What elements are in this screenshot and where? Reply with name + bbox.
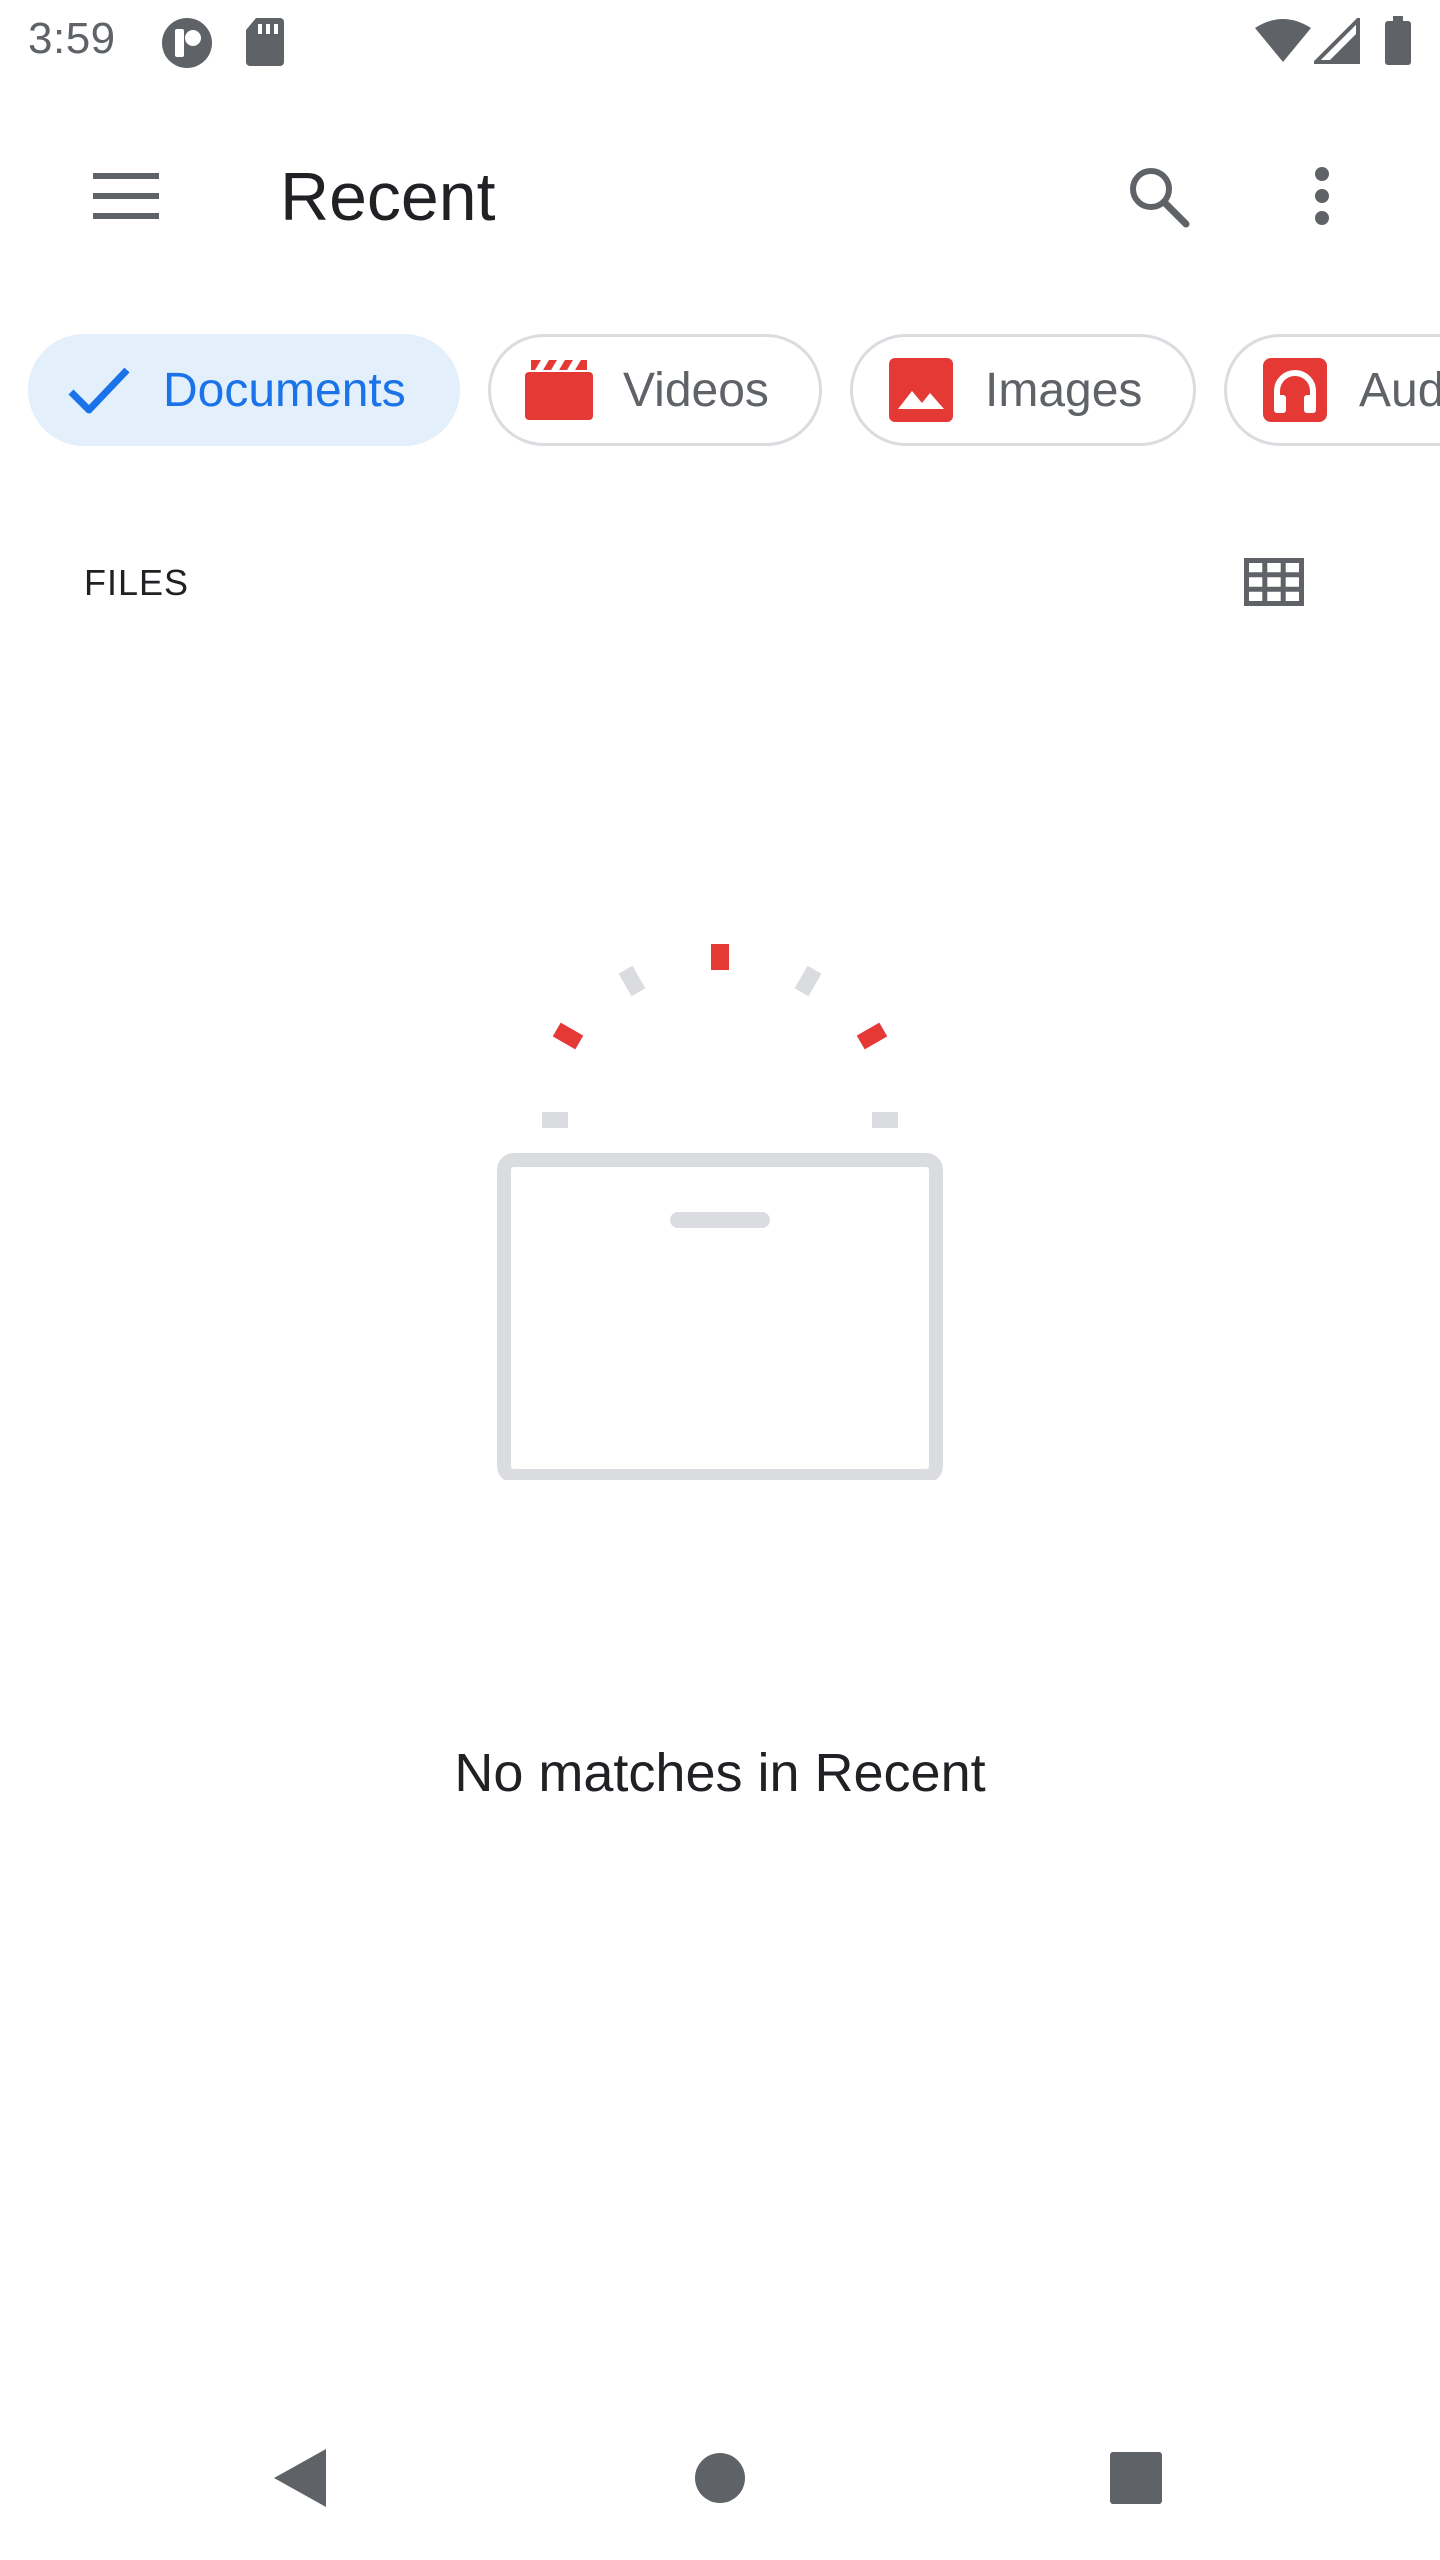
- recents-icon: [1109, 2451, 1163, 2510]
- back-button[interactable]: [260, 2440, 340, 2520]
- home-icon: [694, 2452, 746, 2509]
- video-icon: [523, 354, 595, 426]
- filter-chip-row: Documents Videos Images Aud: [0, 334, 1440, 450]
- more-vert-icon: [1314, 166, 1330, 231]
- chip-audio[interactable]: Audio: [1224, 334, 1440, 446]
- navigation-bar: [0, 2400, 1440, 2560]
- audio-icon: [1259, 354, 1331, 426]
- chip-images[interactable]: Images: [850, 334, 1196, 446]
- menu-button[interactable]: [86, 158, 166, 238]
- empty-state-message: No matches in Recent: [454, 1743, 986, 1803]
- back-icon: [272, 2447, 328, 2514]
- chip-label: Documents: [163, 363, 406, 417]
- chip-documents[interactable]: Documents: [28, 334, 460, 446]
- menu-icon: [93, 172, 159, 224]
- sd-card-icon: [244, 16, 286, 68]
- section-label-files: FILES: [84, 562, 190, 603]
- wifi-icon: [1254, 18, 1312, 64]
- chip-label: Images: [985, 363, 1143, 417]
- image-icon: [885, 354, 957, 426]
- grid-view-icon: [1244, 557, 1304, 611]
- status-bar: 3:59: [0, 0, 1440, 84]
- search-button[interactable]: [1118, 158, 1198, 238]
- app-notification-icon: [160, 16, 214, 70]
- home-button[interactable]: [680, 2440, 760, 2520]
- view-toggle-button[interactable]: [1238, 548, 1310, 620]
- battery-icon: [1384, 16, 1412, 66]
- recents-button[interactable]: [1096, 2440, 1176, 2520]
- check-icon: [63, 354, 135, 426]
- status-time: 3:59: [28, 14, 116, 63]
- page-title: Recent: [280, 159, 496, 235]
- chip-videos[interactable]: Videos: [488, 334, 822, 446]
- signal-icon: [1314, 18, 1360, 64]
- chip-label: Audio: [1359, 363, 1440, 417]
- search-icon: [1126, 164, 1190, 233]
- app-bar: Recent: [0, 124, 1440, 272]
- chip-label: Videos: [623, 363, 769, 417]
- more-options-button[interactable]: [1282, 158, 1362, 238]
- empty-state-illustration: [480, 920, 960, 1483]
